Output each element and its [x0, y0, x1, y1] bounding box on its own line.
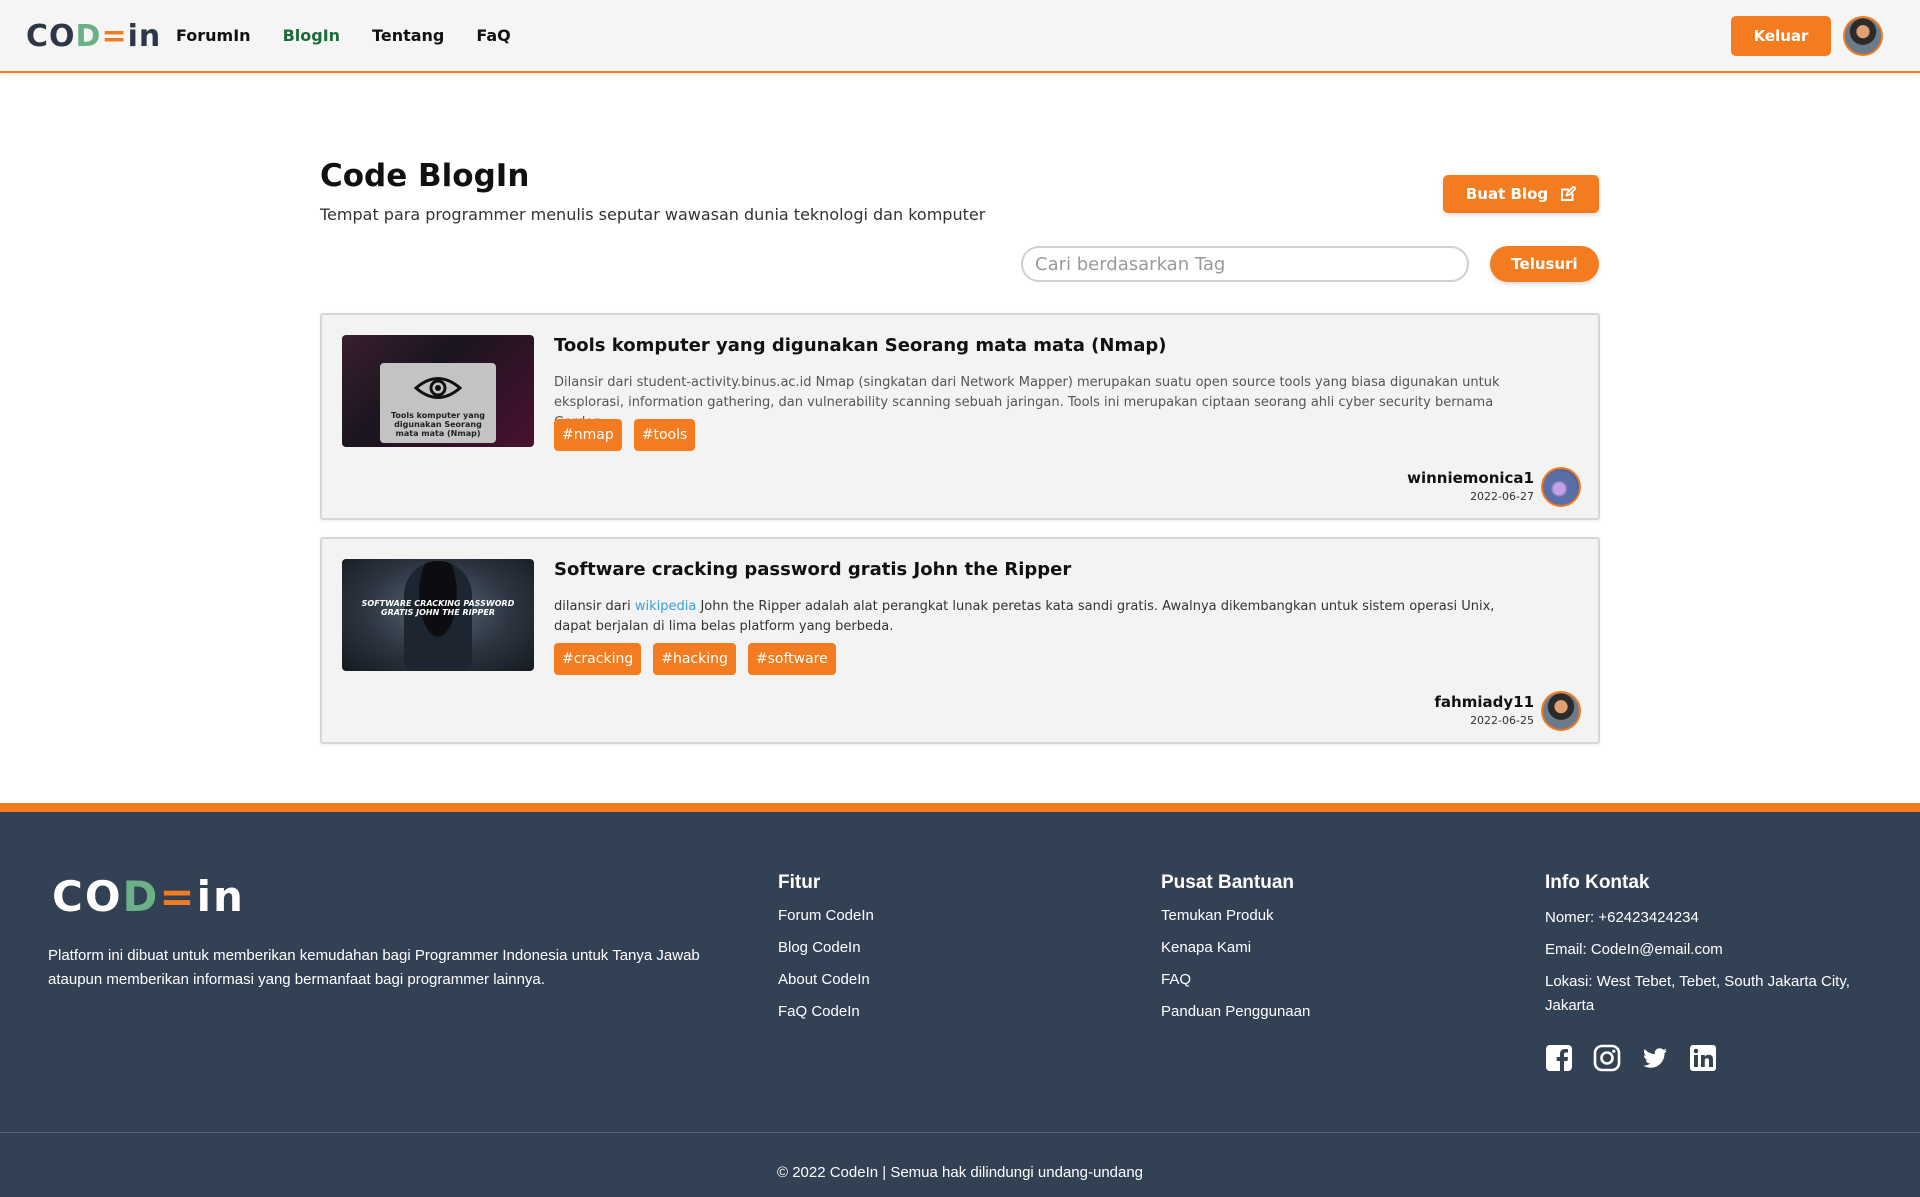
post-date: 2022-06-25	[1470, 714, 1534, 727]
copyright: © 2022 CodeIn | Semua hak dilindungi und…	[776, 1164, 1144, 1181]
contact-email: Email: CodeIn@email.com	[1545, 941, 1723, 958]
blog-thumbnail[interactable]: SOFTWARE CRACKING PASSWORD GRATIS JOHN T…	[342, 559, 534, 671]
page-title: Code BlogIn	[320, 158, 530, 194]
blog-card[interactable]: SOFTWARE CRACKING PASSWORD GRATIS JOHN T…	[320, 537, 1600, 744]
author-avatar[interactable]	[1541, 691, 1581, 731]
blog-title[interactable]: Tools komputer yang digunakan Seorang ma…	[554, 335, 1166, 356]
linkedin-icon[interactable]	[1689, 1044, 1717, 1072]
author-info: winniemonica1 2022-06-27	[1407, 469, 1534, 503]
create-blog-label: Buat Blog	[1465, 185, 1549, 203]
footer-link-blog[interactable]: Blog CodeIn	[778, 938, 874, 958]
contact-location: Lokasi: West Tebet, Tebet, South Jakarta…	[1545, 973, 1850, 1014]
tag-software[interactable]: #software	[747, 643, 836, 675]
footer-heading: Fitur	[778, 872, 821, 893]
wikipedia-link[interactable]: wikipedia	[635, 599, 696, 614]
footer-description: Platform ini dibuat untuk memberikan kem…	[48, 947, 700, 988]
eye-icon	[414, 377, 462, 399]
social-links	[1545, 1044, 1717, 1072]
footer-link-about[interactable]: About CodeIn	[778, 970, 874, 990]
create-blog-button[interactable]: Buat Blog	[1443, 175, 1599, 213]
footer-heading: Info Kontak	[1545, 872, 1650, 893]
footer-heading: Pusat Bantuan	[1161, 872, 1295, 893]
tag-list: #nmap #tools	[554, 419, 696, 451]
excerpt-text: John the Ripper adalah alat perangkat lu…	[554, 599, 1495, 634]
nav-link-forumin[interactable]: ForumIn	[176, 26, 251, 45]
author-name[interactable]: fahmiady11	[1434, 693, 1534, 711]
blog-excerpt: Dilansir dari student-activity.binus.ac.…	[554, 375, 1500, 430]
tag-nmap[interactable]: #nmap	[554, 419, 622, 451]
footer-link-guide[interactable]: Panduan Penggunaan	[1161, 1002, 1310, 1022]
footer-link-products[interactable]: Temukan Produk	[1161, 906, 1310, 926]
excerpt-text: dilansir dari	[554, 599, 635, 614]
logout-button[interactable]: Keluar	[1731, 16, 1831, 56]
blog-excerpt: dilansir dari wikipedia John the Ripper …	[554, 597, 1514, 637]
tag-tools[interactable]: #tools	[633, 419, 696, 451]
tag-cracking[interactable]: #cracking	[554, 643, 642, 675]
footer-contact: Info Kontak Nomer: +62423424234 Email: C…	[1545, 872, 1885, 1026]
footer-features: Fitur Forum CodeIn Blog CodeIn About Cod…	[778, 872, 874, 1034]
user-avatar[interactable]	[1843, 16, 1883, 56]
nav-link-blogin[interactable]: BlogIn	[283, 26, 340, 45]
facebook-icon[interactable]	[1545, 1044, 1573, 1072]
thumbnail-caption: SOFTWARE CRACKING PASSWORD GRATIS JOHN T…	[361, 599, 515, 617]
tag-search-input[interactable]	[1021, 246, 1469, 282]
author-avatar[interactable]	[1541, 467, 1581, 507]
nav-links: ForumIn BlogIn Tentang FaQ	[176, 26, 511, 45]
post-date: 2022-06-27	[1470, 490, 1534, 503]
footer-logo: COD=in	[52, 872, 245, 921]
nav-link-tentang[interactable]: Tentang	[372, 26, 444, 45]
navbar: COD=in ForumIn BlogIn Tentang FaQ Keluar	[0, 0, 1920, 73]
blog-card[interactable]: Tools komputer yang digunakan Seorang ma…	[320, 313, 1600, 520]
author-info: fahmiady11 2022-06-25	[1434, 693, 1534, 727]
edit-icon	[1561, 186, 1577, 201]
search-button[interactable]: Telusuri	[1490, 246, 1599, 282]
footer-link-forum[interactable]: Forum CodeIn	[778, 906, 874, 926]
tag-hacking[interactable]: #hacking	[653, 643, 736, 675]
page-subtitle: Tempat para programmer menulis seputar w…	[320, 205, 986, 224]
codein-logo[interactable]: COD=in	[26, 20, 161, 54]
footer-divider	[0, 1132, 1920, 1133]
footer-link-why-us[interactable]: Kenapa Kami	[1161, 938, 1310, 958]
contact-phone: Nomer: +62423424234	[1545, 909, 1699, 926]
footer-link-faq-help[interactable]: FAQ	[1161, 970, 1310, 990]
nav-link-faq[interactable]: FaQ	[476, 26, 510, 45]
author-name[interactable]: winniemonica1	[1407, 469, 1534, 487]
footer-help: Pusat Bantuan Temukan Produk Kenapa Kami…	[1161, 872, 1310, 1034]
tag-list: #cracking #hacking #software	[554, 643, 836, 675]
footer-link-faq[interactable]: FaQ CodeIn	[778, 1002, 874, 1022]
logo-text: COD=in	[26, 19, 162, 54]
blog-thumbnail[interactable]: Tools komputer yang digunakan Seorang ma…	[342, 335, 534, 447]
blog-title[interactable]: Software cracking password gratis John t…	[554, 559, 1071, 580]
thumbnail-caption: Tools komputer yang digunakan Seorang ma…	[390, 411, 486, 438]
twitter-icon[interactable]	[1641, 1044, 1669, 1072]
footer: COD=in Platform ini dibuat untuk memberi…	[0, 803, 1920, 1197]
instagram-icon[interactable]	[1593, 1044, 1621, 1072]
